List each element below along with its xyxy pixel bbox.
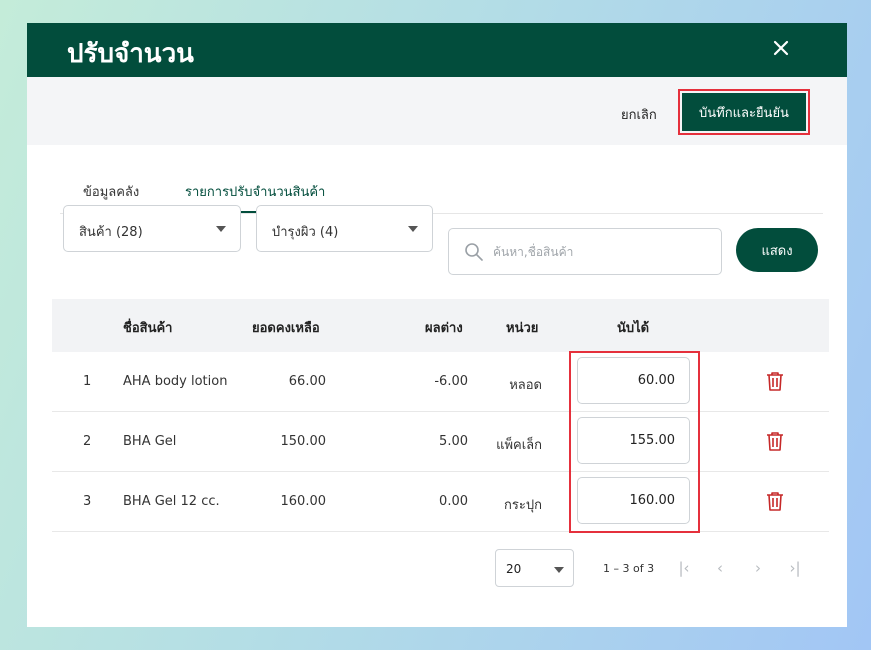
save-and-confirm-button[interactable]: บันทึกและยืนยัน xyxy=(682,93,806,131)
row-number: 3 xyxy=(83,494,92,509)
row-number: 2 xyxy=(83,434,92,449)
product-name: BHA Gel xyxy=(123,434,177,449)
adjustment-table: ชื่อสินค้า ยอดคงเหลือ ผลต่าง หน่วย นับได… xyxy=(52,299,829,532)
next-page-icon[interactable]: › xyxy=(749,559,767,577)
header-difference: ผลต่าง xyxy=(425,321,463,336)
difference-value: -6.00 xyxy=(434,374,468,389)
table-row: 3 BHA Gel 12 cc. 160.00 0.00 กระปุก 160.… xyxy=(52,472,829,532)
first-page-icon[interactable]: |‹ xyxy=(675,559,693,577)
tab-adjustment-list[interactable]: รายการปรับจำนวนสินค้า xyxy=(185,181,325,202)
category-select-value: สินค้า (28) xyxy=(79,225,143,240)
table-header: ชื่อสินค้า ยอดคงเหลือ ผลต่าง หน่วย นับได… xyxy=(52,299,829,352)
unit-value: หลอด xyxy=(509,378,542,393)
search-icon xyxy=(465,243,483,261)
dialog-header: ปรับจำนวน xyxy=(27,23,847,77)
counted-input[interactable]: 155.00 xyxy=(577,417,690,464)
header-product-name: ชื่อสินค้า xyxy=(123,321,173,336)
cancel-button[interactable]: ยกเลิก xyxy=(621,104,657,125)
header-unit: หน่วย xyxy=(506,321,539,336)
counted-input[interactable]: 60.00 xyxy=(577,357,690,404)
tab-stock-info[interactable]: ข้อมูลคลัง xyxy=(83,181,139,202)
chevron-down-icon xyxy=(216,226,226,232)
page-size-value: 20 xyxy=(506,562,522,576)
previous-page-icon[interactable]: ‹ xyxy=(711,559,729,577)
balance-value: 150.00 xyxy=(280,434,327,449)
header-counted: นับได้ xyxy=(617,321,650,336)
balance-value: 160.00 xyxy=(280,494,327,509)
page-range: 1 – 3 of 3 xyxy=(603,562,655,575)
page-size-select[interactable]: 20 xyxy=(495,549,574,587)
unit-value: แพ็คเล็ก xyxy=(496,438,542,453)
difference-value: 5.00 xyxy=(439,434,468,449)
balance-value: 66.00 xyxy=(288,374,326,389)
counted-input[interactable]: 160.00 xyxy=(577,477,690,524)
trash-icon[interactable] xyxy=(766,371,784,391)
row-number: 1 xyxy=(83,374,92,389)
unit-value: กระปุก xyxy=(504,498,542,513)
chevron-down-icon xyxy=(554,567,564,573)
dialog-title: ปรับจำนวน xyxy=(67,39,194,69)
chevron-down-icon xyxy=(408,226,418,232)
product-name: BHA Gel 12 cc. xyxy=(123,494,220,509)
product-name: AHA body lotion xyxy=(123,374,228,389)
close-icon[interactable] xyxy=(771,38,791,58)
search-box xyxy=(448,228,722,275)
search-input[interactable] xyxy=(493,241,713,263)
last-page-icon[interactable]: ›| xyxy=(786,559,804,577)
trash-icon[interactable] xyxy=(766,491,784,511)
category-select[interactable]: สินค้า (28) xyxy=(63,205,241,252)
difference-value: 0.00 xyxy=(439,494,468,509)
table-row: 1 AHA body lotion 66.00 -6.00 หลอด 60.00 xyxy=(52,352,829,412)
trash-icon[interactable] xyxy=(766,431,784,451)
table-row: 2 BHA Gel 150.00 5.00 แพ็คเล็ก 155.00 xyxy=(52,412,829,472)
subcategory-select-value: บำรุงผิว (4) xyxy=(272,225,339,240)
subcategory-select[interactable]: บำรุงผิว (4) xyxy=(256,205,433,252)
action-bar: ยกเลิก บันทึกและยืนยัน xyxy=(27,77,847,145)
header-balance: ยอดคงเหลือ xyxy=(252,321,320,336)
show-button[interactable]: แสดง xyxy=(736,228,818,272)
